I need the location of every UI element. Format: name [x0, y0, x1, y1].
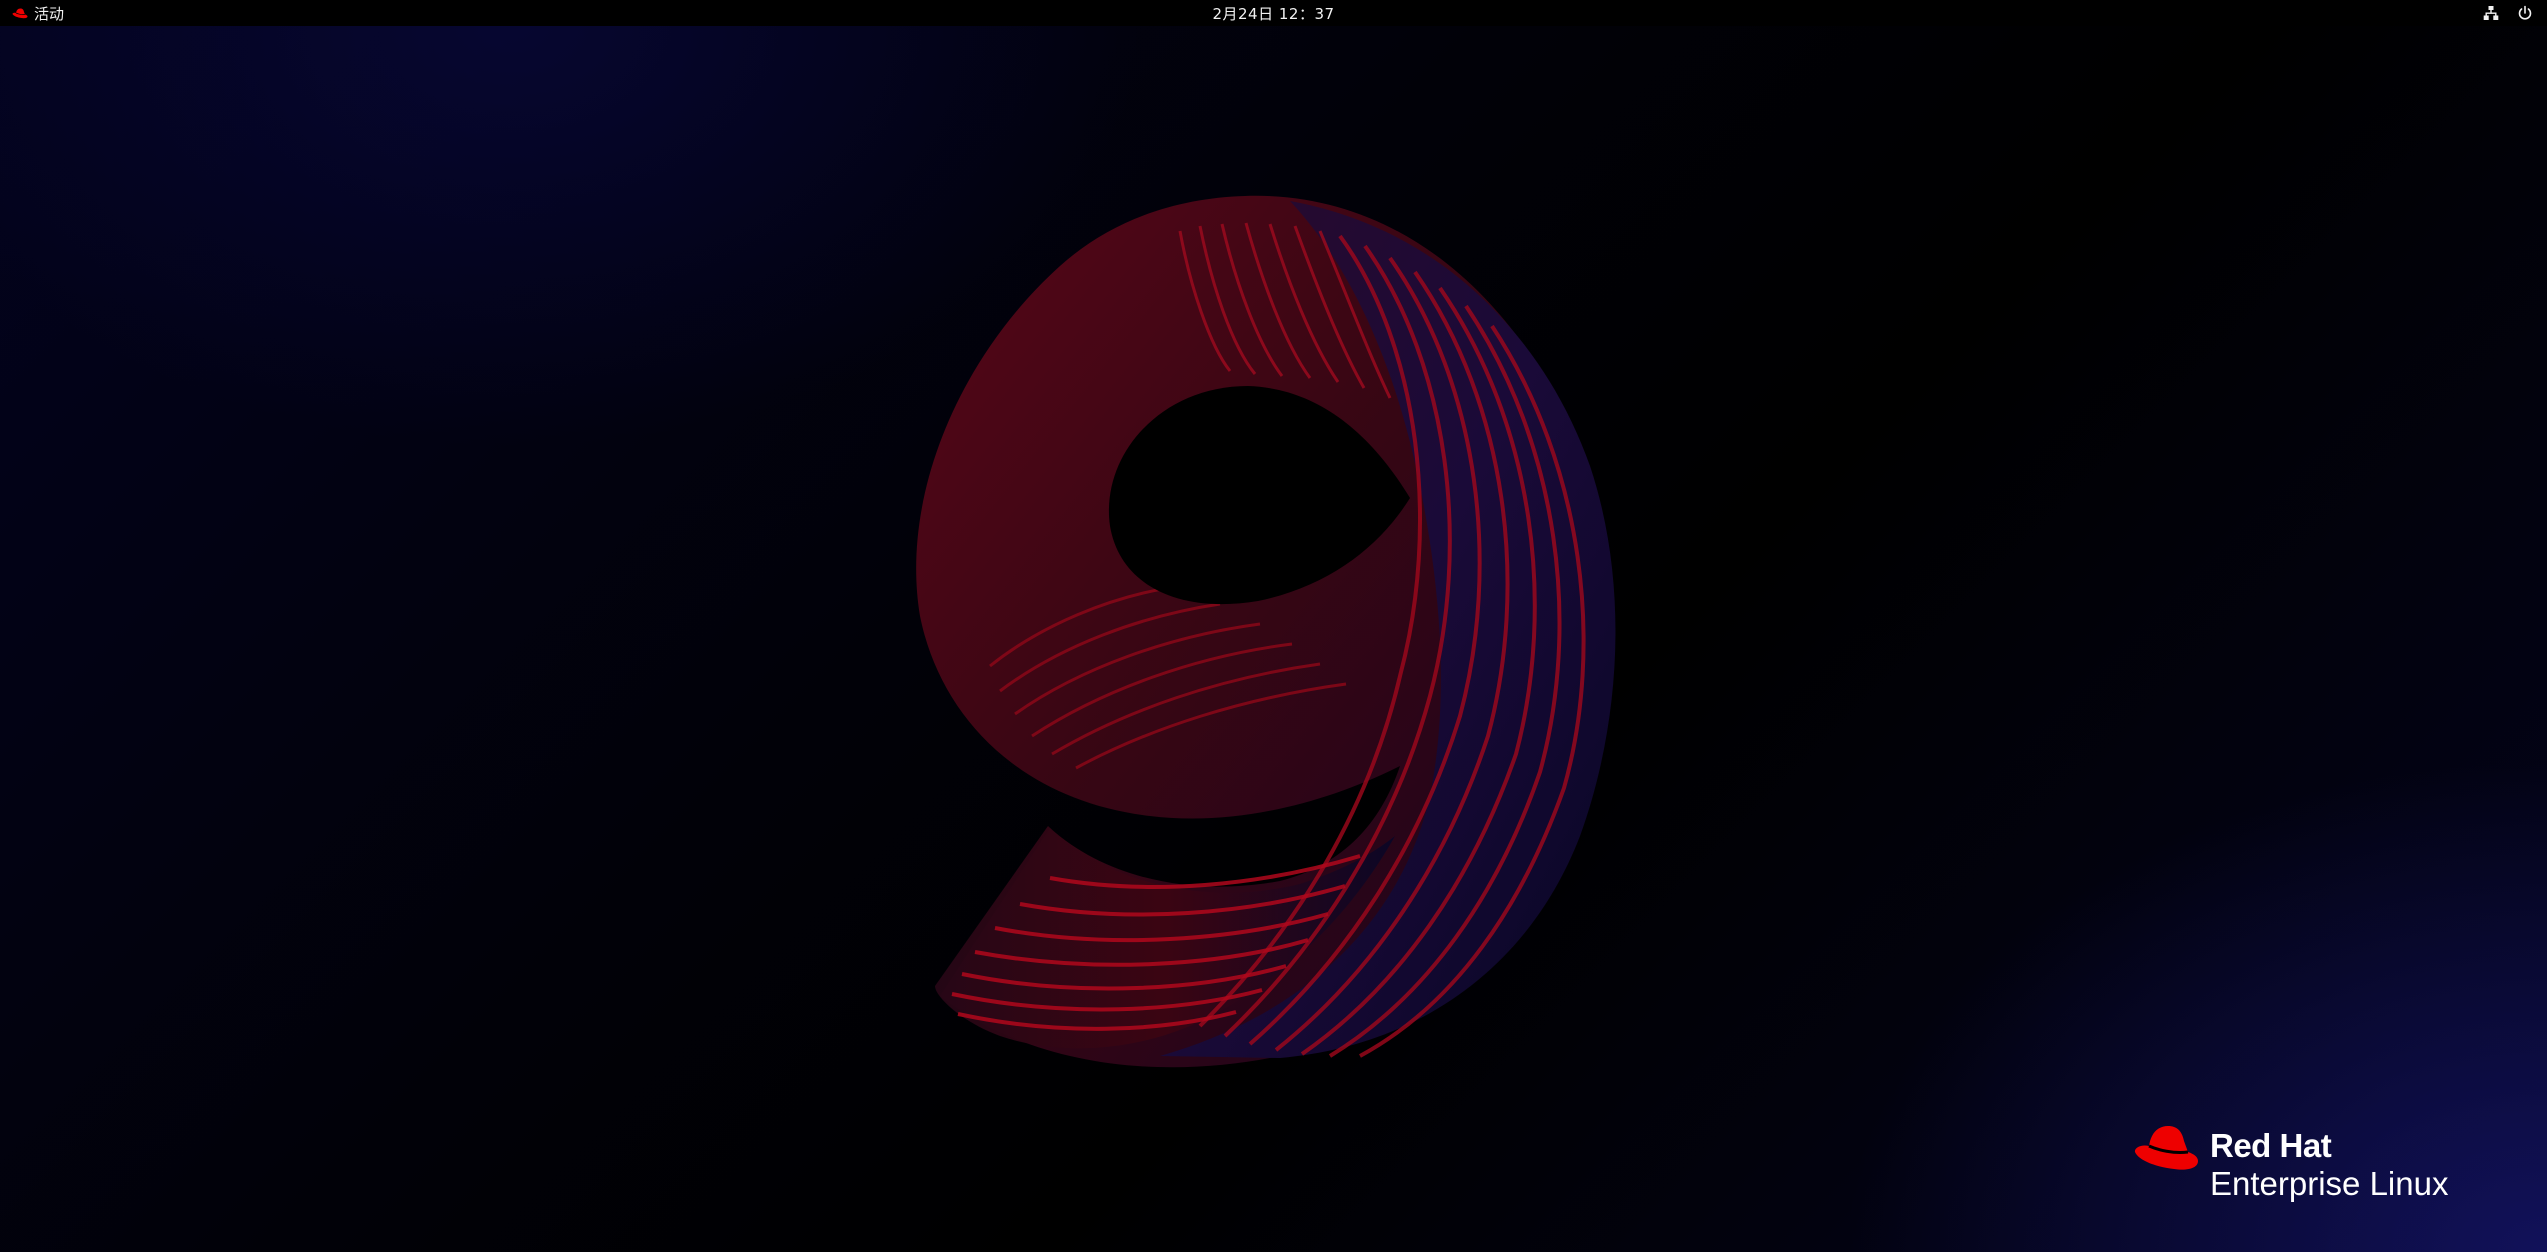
activities-label: 活动 [34, 4, 65, 23]
redhat-logo-icon [12, 8, 28, 18]
brand-name-line2: Enterprise Linux [2210, 1165, 2449, 1202]
clock-button[interactable]: 2月24日 12：37 [1202, 0, 1344, 26]
system-tray[interactable] [2475, 0, 2541, 26]
redhat-hat-icon [2134, 1126, 2198, 1170]
brand-name-line1: Red Hat [2210, 1127, 2332, 1164]
date-time-text: 2月24日 12：37 [1212, 4, 1335, 23]
brand-logo: Red Hat Enterprise Linux [2132, 1124, 2472, 1204]
network-wired-icon[interactable] [2483, 5, 2499, 21]
activities-button[interactable]: 活动 [4, 0, 72, 26]
desktop-background[interactable]: Red Hat Enterprise Linux [0, 26, 2547, 1252]
wallpaper-numeral-nine [916, 195, 1616, 1068]
top-bar: 活动 2月24日 12：37 [0, 0, 2547, 26]
power-icon[interactable] [2517, 5, 2533, 21]
